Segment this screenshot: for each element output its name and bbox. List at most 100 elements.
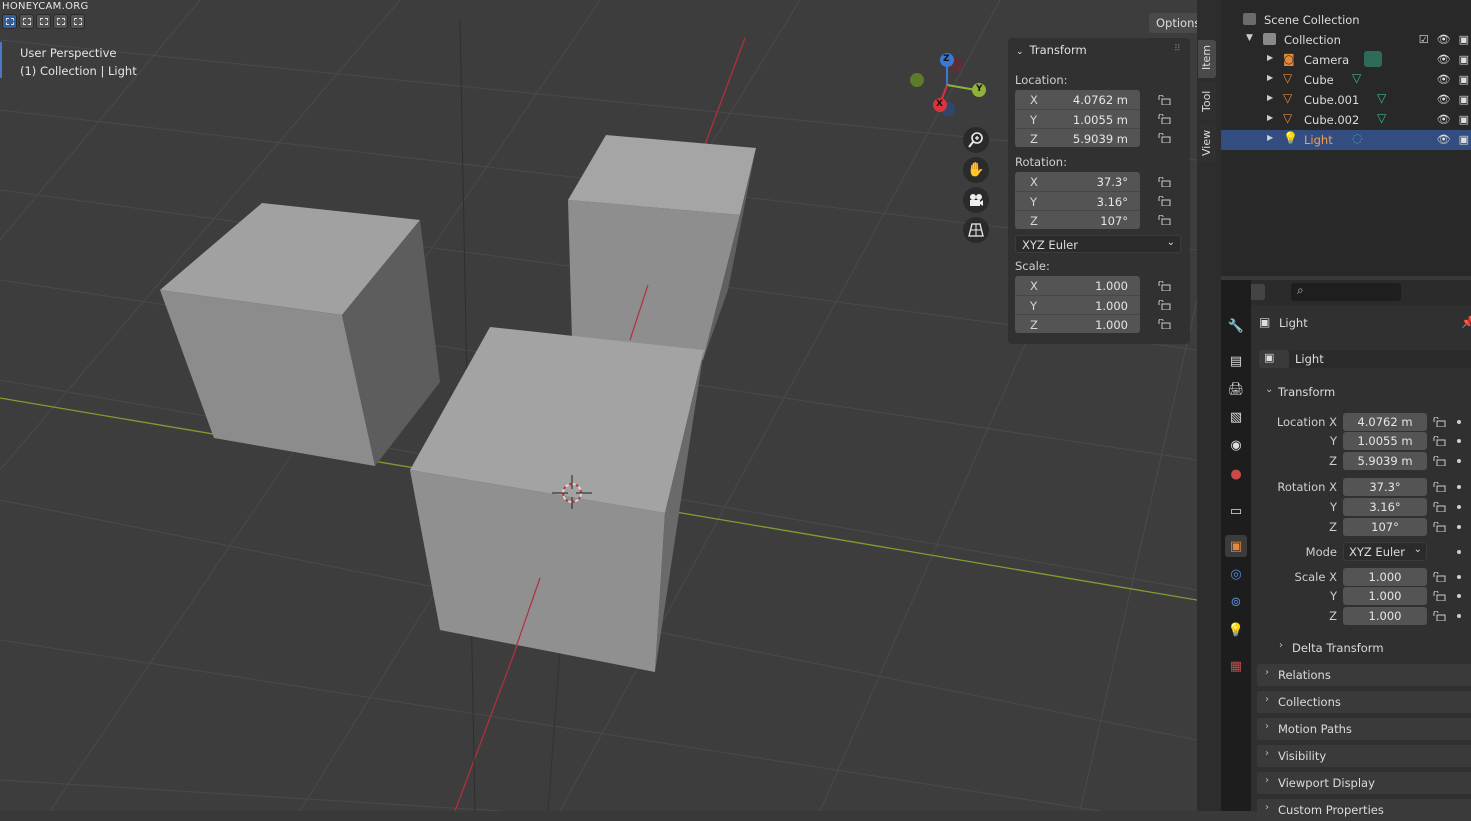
lock-icon[interactable] bbox=[1158, 319, 1171, 329]
lock-icon[interactable] bbox=[1433, 502, 1446, 512]
light-data-tab-icon[interactable]: 💡 bbox=[1225, 619, 1247, 641]
render-camera-icon[interactable]: ▣ bbox=[1459, 53, 1469, 66]
eye-icon[interactable]: 👁 bbox=[1437, 73, 1451, 86]
expand-icon[interactable]: ▶ bbox=[1267, 113, 1273, 122]
lock-icon[interactable] bbox=[1433, 591, 1446, 601]
lock-icon[interactable] bbox=[1433, 572, 1446, 582]
tab-view[interactable]: View bbox=[1198, 124, 1216, 162]
gizmo-z-label[interactable]: Z bbox=[943, 54, 950, 64]
motion-paths-panel[interactable]: ›Motion Paths bbox=[1257, 718, 1471, 740]
3d-viewport[interactable]: Z Y X ✋ HONEYCAM.ORG User Perspective (1… bbox=[0, 0, 1197, 811]
pan-hand-icon[interactable]: ✋ bbox=[963, 157, 989, 183]
tab-item[interactable]: Item bbox=[1198, 40, 1216, 78]
options-button[interactable]: Options⌄ bbox=[1149, 13, 1197, 33]
object-type-dropdown[interactable]: ▣ bbox=[1259, 350, 1289, 368]
rotation-x-field[interactable]: X37.3° bbox=[1015, 172, 1140, 191]
select-extend-icon[interactable] bbox=[19, 14, 34, 29]
camera-view-icon[interactable] bbox=[963, 187, 989, 213]
visibility-panel[interactable]: ›Visibility bbox=[1257, 745, 1471, 767]
custom-properties-panel[interactable]: ›Custom Properties bbox=[1257, 799, 1471, 821]
collection-tab-icon[interactable]: ▭ bbox=[1225, 500, 1247, 522]
lock-icon[interactable] bbox=[1158, 114, 1171, 124]
constraints-tab-icon[interactable]: ⊚ bbox=[1225, 591, 1247, 613]
render-camera-icon[interactable]: ▣ bbox=[1459, 33, 1469, 46]
select-invert-icon[interactable] bbox=[53, 14, 68, 29]
gizmo-x-label[interactable]: X bbox=[936, 99, 943, 109]
lock-icon[interactable] bbox=[1433, 456, 1446, 466]
lock-icon[interactable] bbox=[1433, 417, 1446, 427]
eye-icon[interactable]: 👁 bbox=[1437, 93, 1451, 106]
outliner-item-light[interactable]: ▶ 💡 Light ◌ 👁▣ bbox=[1221, 130, 1471, 150]
view-layer-tab-icon[interactable]: ▧ bbox=[1225, 406, 1247, 428]
delta-transform-subpanel[interactable]: › Delta Transform bbox=[1271, 638, 1471, 658]
prop-location-z-field[interactable]: 5.9039 m bbox=[1343, 452, 1427, 470]
keyframe-dot-icon[interactable] bbox=[1457, 459, 1461, 463]
lock-icon[interactable] bbox=[1433, 522, 1446, 532]
eye-icon[interactable]: 👁 bbox=[1437, 53, 1451, 66]
lock-icon[interactable] bbox=[1433, 482, 1446, 492]
prop-scale-z-field[interactable]: 1.000 bbox=[1343, 607, 1427, 625]
ortho-grid-icon[interactable] bbox=[963, 217, 989, 243]
expand-icon[interactable]: ▶ bbox=[1267, 133, 1273, 142]
checkbox-icon[interactable]: ☑ bbox=[1419, 33, 1429, 46]
lock-icon[interactable] bbox=[1158, 300, 1171, 310]
transform-panel-header[interactable]: ⌄ Transform bbox=[1257, 381, 1471, 403]
keyframe-dot-icon[interactable] bbox=[1457, 525, 1461, 529]
keyframe-dot-icon[interactable] bbox=[1457, 485, 1461, 489]
location-x-field[interactable]: X4.0762 m bbox=[1015, 90, 1140, 109]
prop-rotation-mode-dropdown[interactable]: XYZ Euler ⌄ bbox=[1343, 542, 1427, 561]
rotation-y-field[interactable]: Y3.16° bbox=[1015, 191, 1140, 210]
lock-icon[interactable] bbox=[1433, 436, 1446, 446]
select-new-icon[interactable] bbox=[2, 14, 17, 29]
scale-x-field[interactable]: X1.000 bbox=[1015, 276, 1140, 295]
texture-tab-icon[interactable]: ▦ bbox=[1225, 655, 1247, 677]
object-name-field[interactable]: Light bbox=[1289, 350, 1471, 368]
lock-icon[interactable] bbox=[1158, 177, 1171, 187]
prop-location-x-field[interactable]: 4.0762 m bbox=[1343, 413, 1427, 431]
zoom-icon[interactable] bbox=[963, 127, 989, 153]
keyframe-dot-icon[interactable] bbox=[1457, 505, 1461, 509]
object-tab-icon[interactable]: ▣ bbox=[1225, 535, 1247, 557]
outliner-collection[interactable]: ▼ Collection ☑👁▣ bbox=[1221, 30, 1471, 50]
outliner-item-cube[interactable]: ▶ ▽ Cube ▽ 👁▣ bbox=[1221, 70, 1471, 90]
keyframe-dot-icon[interactable] bbox=[1457, 594, 1461, 598]
select-subtract-icon[interactable] bbox=[36, 14, 51, 29]
drag-handle-icon[interactable]: ⠿ bbox=[1174, 44, 1181, 54]
expand-icon[interactable]: ▶ bbox=[1267, 73, 1273, 82]
prop-rotation-z-field[interactable]: 107° bbox=[1343, 518, 1427, 536]
viewport-display-panel[interactable]: ›Viewport Display bbox=[1257, 772, 1471, 794]
outliner-item-cube-002[interactable]: ▶ ▽ Cube.002 ▽ 👁▣ bbox=[1221, 110, 1471, 130]
lock-icon[interactable] bbox=[1158, 133, 1171, 143]
expand-icon[interactable]: ▶ bbox=[1267, 93, 1273, 102]
eye-icon[interactable]: 👁 bbox=[1437, 113, 1451, 126]
prop-rotation-x-field[interactable]: 37.3° bbox=[1343, 478, 1427, 496]
world-tab-icon[interactable]: ● bbox=[1225, 463, 1247, 485]
npanel-title[interactable]: ⌄Transform bbox=[1016, 43, 1087, 57]
expand-icon[interactable]: ▼ bbox=[1246, 33, 1253, 43]
lock-icon[interactable] bbox=[1158, 196, 1171, 206]
eye-icon[interactable]: 👁 bbox=[1437, 133, 1451, 146]
prop-location-y-field[interactable]: 1.0055 m bbox=[1343, 432, 1427, 450]
keyframe-dot-icon[interactable] bbox=[1457, 420, 1461, 424]
location-z-field[interactable]: Z5.9039 m bbox=[1015, 128, 1140, 147]
eye-icon[interactable]: 👁 bbox=[1437, 33, 1451, 46]
render-camera-icon[interactable]: ▣ bbox=[1459, 73, 1469, 86]
gizmo-y-label[interactable]: Y bbox=[976, 84, 983, 94]
camera-data-icon[interactable] bbox=[1364, 51, 1382, 67]
lock-icon[interactable] bbox=[1158, 95, 1171, 105]
pin-icon[interactable]: 📌 bbox=[1461, 315, 1471, 329]
light-data-icon[interactable]: ◌ bbox=[1352, 131, 1362, 145]
outliner-item-cube-001[interactable]: ▶ ▽ Cube.001 ▽ 👁▣ bbox=[1221, 90, 1471, 110]
mesh-data-icon[interactable]: ▽ bbox=[1352, 71, 1361, 85]
render-camera-icon[interactable]: ▣ bbox=[1459, 113, 1469, 126]
prop-rotation-y-field[interactable]: 3.16° bbox=[1343, 498, 1427, 516]
mesh-data-icon[interactable]: ▽ bbox=[1377, 91, 1386, 105]
scale-y-field[interactable]: Y1.000 bbox=[1015, 295, 1140, 314]
render-camera-icon[interactable]: ▣ bbox=[1459, 133, 1469, 146]
mesh-data-icon[interactable]: ▽ bbox=[1377, 111, 1386, 125]
render-camera-icon[interactable]: ▣ bbox=[1459, 93, 1469, 106]
outliner-item-camera[interactable]: ▶ ◙ Camera 👁▣ bbox=[1221, 50, 1471, 70]
location-y-field[interactable]: Y1.0055 m bbox=[1015, 109, 1140, 128]
physics-tab-icon[interactable]: ◎ bbox=[1225, 563, 1247, 585]
keyframe-dot-icon[interactable] bbox=[1457, 614, 1461, 618]
